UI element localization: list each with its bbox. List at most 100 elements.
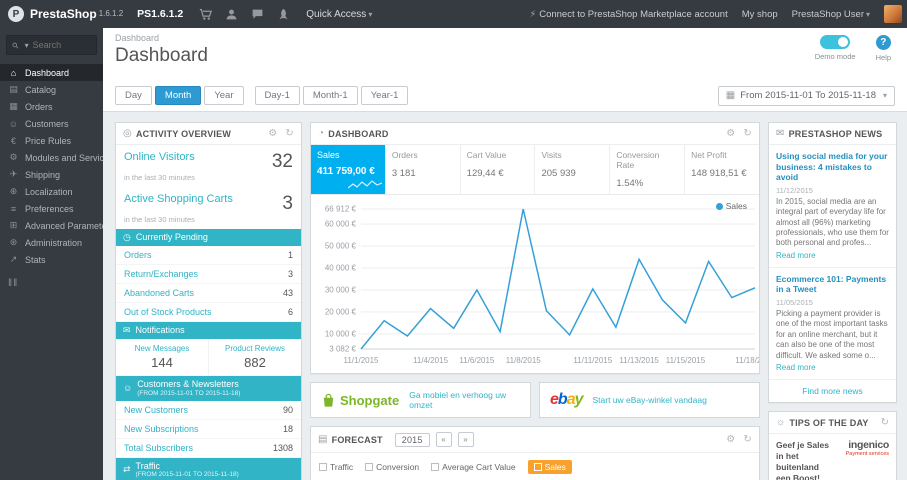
tab-year-minus-1[interactable]: Year-1: [360, 86, 409, 105]
topbar: P PrestaShop 1.6.1.2 PS1.6.1.2 Quick Acce…: [0, 0, 907, 28]
search-input[interactable]: [32, 40, 91, 50]
sidebar-item-stats[interactable]: ↗ Stats: [0, 251, 103, 268]
notifications-columns: New Messages 144 Product Reviews 882: [116, 339, 301, 376]
ingenico-subtitle: Payment services: [845, 450, 889, 457]
ebay-ad[interactable]: ebay Start uw eBay-winkel vandaag: [539, 382, 760, 418]
my-shop-link[interactable]: My shop: [742, 9, 778, 20]
kpi-cart-value[interactable]: Cart Value 129,44 €: [461, 145, 536, 194]
read-more-link[interactable]: Read more: [776, 363, 816, 372]
forecast-legend-conversion[interactable]: Conversion: [365, 462, 419, 472]
gear-icon[interactable]: ⚙: [268, 128, 277, 139]
refresh-icon[interactable]: ↻: [881, 417, 890, 428]
kpi-conversion-rate[interactable]: Conversion Rate 1.54%: [610, 145, 686, 194]
chevron-down-icon: ▾: [882, 91, 887, 100]
refresh-icon[interactable]: ↻: [743, 128, 752, 139]
user-menu[interactable]: PrestaShop User ▾: [792, 9, 870, 20]
kpi-orders[interactable]: Orders 3 181: [386, 145, 461, 194]
tab-year[interactable]: Year: [204, 86, 244, 105]
shopgate-ad[interactable]: Shopgate Ga mobiel en verhoog uw omzet: [310, 382, 531, 418]
date-range-picker[interactable]: ▦ From 2015-11-01 To 2015-11-18 ▾: [717, 85, 895, 106]
header-tools: Demo mode ? Help: [815, 35, 891, 62]
refresh-icon[interactable]: ↻: [743, 434, 752, 445]
app-logo[interactable]: PrestaShop 1.6.1.2: [30, 7, 123, 21]
total-subscribers-link[interactable]: Total Subscribers: [124, 443, 193, 453]
search-scope-caret-icon: ▾: [24, 40, 29, 50]
shopgate-ad-link[interactable]: Ga mobiel en verhoog uw omzet: [409, 390, 520, 410]
tab-month-minus-1[interactable]: Month-1: [302, 86, 358, 105]
sidebar-item-catalog[interactable]: ▤ Catalog: [0, 81, 103, 98]
avatar[interactable]: [884, 5, 902, 23]
svg-text:11/18/2015: 11/18/2015: [735, 356, 759, 365]
list-item: Out of Stock Products 6: [116, 303, 301, 322]
active-carts-link[interactable]: Active Shopping Carts: [124, 193, 233, 205]
help-tool: ? Help: [876, 35, 891, 62]
list-item: Orders 1: [116, 246, 301, 265]
abandoned-carts-link[interactable]: Abandoned Carts: [124, 288, 194, 298]
news-article-headline[interactable]: Using social media for your business: 4 …: [776, 151, 889, 183]
news-article-headline[interactable]: Ecommerce 101: Payments in a Tweet: [776, 274, 889, 295]
forecast-next-button[interactable]: »: [457, 432, 474, 447]
kpi-net-profit[interactable]: Net Profit 148 918,51 €: [685, 145, 759, 194]
sidebar-item-shipping[interactable]: ✈ Shipping: [0, 166, 103, 183]
pending-orders-link[interactable]: Orders: [124, 250, 152, 260]
sidebar-item-modules[interactable]: ⚙ Modules and Services: [0, 149, 103, 166]
message-icon[interactable]: [251, 8, 264, 21]
modules-icon: ⚙: [9, 152, 18, 162]
sidebar-item-localization[interactable]: ⊕ Localization: [0, 183, 103, 200]
prestashop-logo-icon[interactable]: P: [8, 6, 24, 22]
chart-legend[interactable]: Sales: [715, 201, 747, 211]
cart-icon[interactable]: [199, 8, 213, 21]
quick-access-menu[interactable]: Quick Access ▾: [306, 9, 372, 20]
online-visitors-link[interactable]: Online Visitors: [124, 151, 195, 163]
active-carts-value: 3: [282, 193, 293, 214]
sidebar-item-preferences[interactable]: ≡ Preferences: [0, 200, 103, 217]
sidebar-item-advanced-parameters[interactable]: ⊞ Advanced Parameters: [0, 217, 103, 234]
module-ads-row: Shopgate Ga mobiel en verhoog uw omzet e…: [310, 382, 760, 418]
page-title: Dashboard: [115, 45, 208, 66]
gear-icon[interactable]: ⚙: [726, 128, 735, 139]
tab-month[interactable]: Month: [154, 86, 202, 105]
envelope-icon: ✉: [123, 325, 131, 335]
new-customers-link[interactable]: New Customers: [124, 405, 188, 415]
marketplace-link-label: Connect to PrestaShop Marketplace accoun…: [539, 8, 728, 20]
gear-icon[interactable]: ⚙: [726, 434, 735, 445]
forecast-year-select[interactable]: 2015: [394, 432, 430, 447]
tab-day[interactable]: Day: [115, 86, 152, 105]
kpi-sales[interactable]: Sales 411 759,00 €: [311, 145, 386, 194]
currently-pending-title: Currently Pending: [135, 232, 208, 243]
new-subscriptions-link[interactable]: New Subscriptions: [124, 424, 199, 434]
forecast-legend-sales[interactable]: Sales: [527, 460, 572, 474]
sidebar-item-orders[interactable]: ▦ Orders: [0, 98, 103, 115]
ebay-ad-link[interactable]: Start uw eBay-winkel vandaag: [593, 395, 707, 405]
traffic-header: ⇄ Traffic (FROM 2015-11-01 TO 2015-11-18): [116, 457, 301, 480]
forecast-panel-header: ▤ FORECAST 2015 « » ⚙ ↻: [311, 427, 759, 453]
read-more-link[interactable]: Read more: [776, 251, 816, 260]
tab-day-minus-1[interactable]: Day-1: [254, 86, 300, 105]
customer-icon[interactable]: [225, 8, 238, 21]
shop-name[interactable]: PS1.6.1.2: [137, 8, 183, 20]
forecast-legend-average-cart-value[interactable]: Average Cart Value: [431, 462, 516, 472]
sidebar-item-price-rules[interactable]: € Price Rules: [0, 132, 103, 149]
sales-line-chart: 66 912 € 60 000 € 50 000 € 40 000 € 30 000 €…: [325, 205, 759, 366]
marketplace-link[interactable]: ⚡ Connect to PrestaShop Marketplace accou…: [530, 9, 728, 20]
forecast-legend-traffic[interactable]: Traffic: [319, 462, 353, 472]
shopgate-brand-text: Shopgate: [340, 392, 400, 408]
refresh-icon[interactable]: ↻: [285, 128, 294, 139]
help-icon[interactable]: ?: [875, 35, 891, 50]
return-exchanges-link[interactable]: Return/Exchanges: [124, 269, 198, 279]
out-of-stock-link[interactable]: Out of Stock Products: [124, 307, 212, 317]
kpi-visits[interactable]: Visits 205 939: [535, 145, 611, 194]
find-more-news-link[interactable]: Find more news: [769, 380, 896, 402]
sidebar-search[interactable]: ▾: [6, 35, 97, 55]
demo-mode-toggle[interactable]: [820, 35, 851, 49]
news-article: Ecommerce 101: Payments in a Tweet 11/05…: [769, 268, 896, 381]
sidebar-item-customers[interactable]: ☺ Customers: [0, 115, 103, 132]
product-reviews-cell[interactable]: Product Reviews 882: [208, 339, 301, 375]
forecast-prev-button[interactable]: «: [435, 432, 452, 447]
rocket-icon[interactable]: [277, 8, 290, 21]
new-messages-cell[interactable]: New Messages 144: [116, 339, 208, 375]
sidebar-item-administration[interactable]: ⊛ Administration: [0, 234, 103, 251]
sidebar-item-dashboard[interactable]: ⌂ Dashboard: [0, 64, 103, 81]
breadcrumb[interactable]: Dashboard: [115, 33, 895, 43]
sidebar-collapse-button[interactable]: ‖‖: [0, 268, 103, 299]
